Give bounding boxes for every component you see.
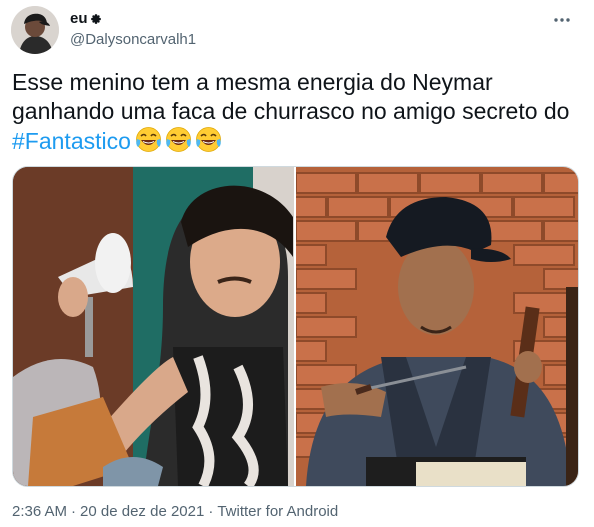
meta-separator: · bbox=[208, 503, 214, 520]
tears-of-joy-emoji-icon bbox=[196, 127, 221, 152]
hashtag-link[interactable]: #Fantastico bbox=[12, 128, 131, 154]
tweet-text: Esse menino tem a mesma energia do Neyma… bbox=[12, 68, 582, 156]
tears-of-joy-emoji-icon bbox=[166, 127, 191, 152]
more-options-icon[interactable] bbox=[552, 12, 572, 28]
tears-of-joy-emoji-icon bbox=[136, 127, 161, 152]
author-name-row[interactable]: eu bbox=[70, 10, 101, 27]
media-grid bbox=[12, 166, 579, 487]
tweet-date[interactable]: 20 de dez de 2021 bbox=[80, 503, 204, 520]
tweet-card[interactable]: eu @Dalysoncarvalh1 Esse menino tem a me… bbox=[0, 0, 594, 527]
tweet-meta: 2:36 AM · 20 de dez de 2021 · Twitter fo… bbox=[12, 503, 338, 520]
photo-left-image bbox=[13, 167, 294, 486]
tweet-source[interactable]: Twitter for Android bbox=[217, 503, 338, 520]
avatar[interactable] bbox=[11, 6, 59, 54]
meta-separator: · bbox=[71, 503, 77, 520]
display-name[interactable]: eu bbox=[70, 10, 88, 27]
photo-right-image bbox=[296, 167, 578, 486]
tweet-time[interactable]: 2:36 AM bbox=[12, 503, 67, 520]
laughing-emoji-group bbox=[135, 126, 222, 153]
photo-left[interactable] bbox=[13, 167, 294, 486]
user-handle[interactable]: @Dalysoncarvalh1 bbox=[70, 31, 196, 48]
avatar-image bbox=[11, 6, 59, 54]
verified-badge-icon bbox=[90, 13, 101, 24]
photo-right[interactable] bbox=[296, 167, 578, 486]
tweet-body: Esse menino tem a mesma energia do Neyma… bbox=[12, 69, 570, 124]
